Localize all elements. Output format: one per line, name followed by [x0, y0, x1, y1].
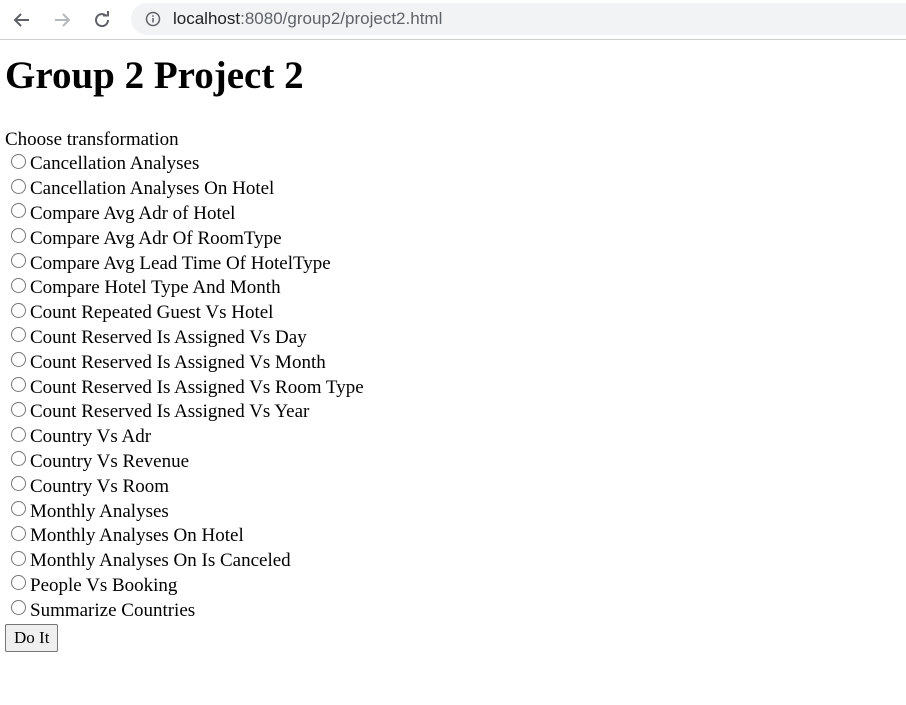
- transformation-option[interactable]: Count Repeated Guest Vs Hotel: [5, 301, 364, 326]
- option-label: Country Vs Room: [30, 475, 170, 497]
- option-label: People Vs Booking: [30, 574, 178, 596]
- radio-button[interactable]: [11, 451, 26, 467]
- transformation-options: Cancellation Analyses Cancellation Analys…: [5, 152, 364, 623]
- option-label: Compare Avg Lead Time Of HotelType: [30, 252, 331, 274]
- option-label: Country Vs Revenue: [30, 450, 190, 472]
- transformation-option[interactable]: Monthly Analyses On Is Canceled: [5, 549, 364, 574]
- radio-button[interactable]: [11, 426, 26, 442]
- forward-button[interactable]: [50, 8, 74, 32]
- option-label: Count Repeated Guest Vs Hotel: [30, 302, 274, 324]
- transformation-option[interactable]: Compare Avg Adr Of RoomType: [5, 226, 364, 251]
- transformation-option[interactable]: Count Reserved Is Assigned Vs Month: [5, 350, 364, 375]
- radio-button[interactable]: [11, 377, 26, 393]
- do-it-button[interactable]: Do It: [5, 624, 59, 653]
- url-host: localhost: [173, 9, 241, 28]
- transformation-option[interactable]: Country Vs Adr: [5, 425, 364, 450]
- radio-button[interactable]: [11, 575, 26, 591]
- radio-button[interactable]: [11, 327, 26, 343]
- transformation-option[interactable]: Compare Hotel Type And Month: [5, 276, 364, 301]
- radio-button[interactable]: [11, 277, 26, 293]
- radio-button[interactable]: [11, 228, 26, 244]
- address-bar[interactable]: localhost:8080/group2/project2.html: [131, 3, 906, 35]
- transformation-option[interactable]: Compare Avg Adr of Hotel: [5, 202, 364, 227]
- option-label: Count Reserved Is Assigned Vs Month: [30, 351, 326, 373]
- reload-icon: [95, 11, 110, 28]
- radio-button[interactable]: [11, 550, 26, 566]
- option-label: Monthly Analyses On Is Canceled: [30, 550, 291, 572]
- transformation-option[interactable]: Count Reserved Is Assigned Vs Room Type: [5, 375, 364, 400]
- radio-button[interactable]: [11, 203, 26, 219]
- transformation-option[interactable]: Count Reserved Is Assigned Vs Year: [5, 400, 364, 425]
- transformation-option[interactable]: Monthly Analyses On Hotel: [5, 524, 364, 549]
- transformation-option[interactable]: Count Reserved Is Assigned Vs Day: [5, 326, 364, 351]
- url-path: :8080/group2/project2.html: [240, 9, 443, 28]
- info-icon[interactable]: [145, 11, 161, 27]
- radio-button[interactable]: [11, 153, 26, 169]
- back-button[interactable]: [10, 8, 34, 32]
- page-title: Group 2 Project 2: [5, 54, 304, 97]
- back-arrow-icon: [13, 13, 29, 27]
- option-label: Summarize Countries: [30, 599, 196, 621]
- forward-arrow-icon: [55, 13, 71, 27]
- radio-button[interactable]: [11, 352, 26, 368]
- option-label: Country Vs Adr: [30, 426, 152, 448]
- browser-toolbar: localhost:8080/group2/project2.html: [0, 0, 906, 40]
- option-label: Compare Hotel Type And Month: [30, 277, 281, 299]
- transformation-option[interactable]: Country Vs Revenue: [5, 450, 364, 475]
- option-label: Count Reserved Is Assigned Vs Room Type: [30, 376, 364, 398]
- transformation-option[interactable]: Monthly Analyses: [5, 499, 364, 524]
- radio-button[interactable]: [11, 525, 26, 541]
- radio-button[interactable]: [11, 178, 26, 194]
- transformation-option[interactable]: Cancellation Analyses On Hotel: [5, 177, 364, 202]
- radio-button[interactable]: [11, 476, 26, 492]
- transformation-option[interactable]: Cancellation Analyses: [5, 152, 364, 177]
- radio-button[interactable]: [11, 401, 26, 417]
- radio-button[interactable]: [11, 600, 26, 616]
- transformation-option[interactable]: Compare Avg Lead Time Of HotelType: [5, 251, 364, 276]
- transformation-label: Choose transformation: [5, 129, 179, 150]
- transformation-option[interactable]: Country Vs Room: [5, 474, 364, 499]
- option-label: Compare Avg Adr of Hotel: [30, 202, 236, 224]
- option-label: Cancellation Analyses On Hotel: [30, 178, 275, 200]
- option-label: Count Reserved Is Assigned Vs Day: [30, 326, 307, 348]
- option-label: Monthly Analyses On Hotel: [30, 525, 244, 547]
- option-label: Count Reserved Is Assigned Vs Year: [30, 401, 310, 423]
- radio-button[interactable]: [11, 253, 26, 269]
- reload-button[interactable]: [90, 8, 114, 32]
- option-label: Monthly Analyses: [30, 500, 169, 522]
- transformation-option[interactable]: People Vs Booking: [5, 574, 364, 599]
- url-text[interactable]: localhost:8080/group2/project2.html: [173, 9, 442, 29]
- option-label: Compare Avg Adr Of RoomType: [30, 227, 282, 249]
- page-content: Group 2 Project 2 Choose transformation …: [5, 41, 364, 653]
- radio-button[interactable]: [11, 501, 26, 517]
- option-label: Cancellation Analyses: [30, 153, 200, 175]
- transformation-option[interactable]: Summarize Countries: [5, 598, 364, 623]
- radio-button[interactable]: [11, 302, 26, 318]
